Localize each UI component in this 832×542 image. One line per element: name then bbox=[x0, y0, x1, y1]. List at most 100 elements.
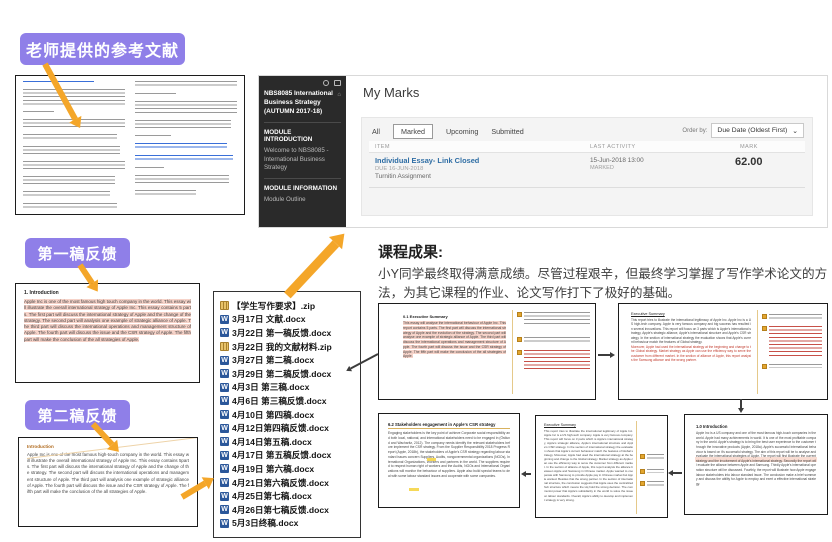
draft1-feedback-document: 1. Introduction Apple Inc is one of the … bbox=[15, 283, 200, 383]
arrow-cluster-down bbox=[738, 399, 744, 413]
tab-upcoming[interactable]: Upcoming bbox=[446, 127, 478, 136]
file-list-item[interactable]: W 4月6日 第三稿反馈.docx bbox=[220, 394, 355, 408]
marks-panel: All Marked Upcoming Submitted Order by: Due… bbox=[361, 117, 813, 216]
file-list-item[interactable]: W 3月29日 第二稿反馈.docx bbox=[220, 367, 355, 381]
comment-icon bbox=[517, 337, 522, 342]
folder-icon[interactable] bbox=[334, 80, 341, 86]
comment-icon bbox=[640, 454, 645, 459]
assignment-link[interactable]: Individual Essay- Link Closed bbox=[375, 156, 479, 165]
comment-icon bbox=[640, 481, 645, 486]
file-list-item[interactable]: W 3月22日 第一稿反馈.docx bbox=[220, 326, 355, 340]
comment-icon bbox=[762, 314, 767, 319]
mark-value: 62.00 bbox=[735, 156, 763, 168]
sidebar-item[interactable]: Module Outline bbox=[264, 196, 341, 204]
sidebar-section-header: MODULE INFORMATION bbox=[264, 185, 341, 192]
file-list-item[interactable]: W 4月12日第四稿反馈.docx bbox=[220, 421, 355, 435]
file-list-item[interactable]: W 4月17日 第五稿反馈.docx bbox=[220, 449, 355, 463]
draft-file-list: 【学生写作要求】.zip W 3月17日 文献.docx W 3月22日 第一稿… bbox=[213, 291, 361, 538]
word-file-icon: W bbox=[220, 492, 229, 501]
highlighted-paragraph: Apple Inc is one of the most famous high… bbox=[24, 299, 191, 342]
comment-icon bbox=[762, 364, 767, 369]
tab-all[interactable]: All bbox=[372, 127, 380, 136]
arrow-cluster-left-2 bbox=[668, 470, 682, 476]
sidebar-item[interactable]: Welcome to NBS8085 - International Busin… bbox=[264, 147, 341, 172]
yellow-highlight bbox=[409, 488, 419, 491]
word-file-icon: W bbox=[220, 356, 229, 365]
reference-column-left bbox=[23, 81, 125, 209]
file-list-item[interactable]: W 4月26日第七稿反馈.docx bbox=[220, 503, 355, 517]
status-badge: MARKED bbox=[590, 165, 614, 171]
assignment-type: Turnitin Assignment bbox=[375, 173, 431, 180]
page-title: My Marks bbox=[363, 85, 419, 100]
word-file-icon: W bbox=[220, 328, 229, 337]
word-file-icon: W bbox=[220, 424, 229, 433]
comment-margin bbox=[758, 304, 827, 399]
word-file-icon: W bbox=[220, 315, 229, 324]
word-file-icon: W bbox=[220, 505, 229, 514]
reference-column-right bbox=[135, 81, 237, 209]
label-teacher-references: 老师提供的参考文献 bbox=[20, 33, 185, 65]
column-headers: ITEM LAST ACTIVITY MARK bbox=[369, 141, 805, 153]
tab-submitted[interactable]: Submitted bbox=[491, 127, 523, 136]
word-file-icon: W bbox=[220, 519, 229, 528]
word-file-icon: W bbox=[220, 437, 229, 446]
file-list-item[interactable]: W 3月17日 文献.docx bbox=[220, 313, 355, 327]
order-by-select[interactable]: Due Date (Oldest First) ⌄ bbox=[711, 123, 804, 138]
sidebar-section-header: MODULE INTRODUCTION bbox=[264, 129, 341, 143]
word-file-icon: W bbox=[220, 396, 229, 405]
last-activity-value: 15-Jun-2018 13:00 bbox=[590, 157, 644, 164]
order-by-label: Order by: bbox=[682, 128, 707, 134]
word-file-icon: W bbox=[220, 478, 229, 487]
cluster-doc-exec-summary-3: Executive Summary This report tries to i… bbox=[535, 415, 668, 518]
cluster-doc-exec-summary-2: Executive Summary This report tries to i… bbox=[618, 303, 828, 400]
file-list-item[interactable]: W 3月27日 第二稿.docx bbox=[220, 353, 355, 367]
col-item: ITEM bbox=[375, 144, 390, 150]
label-first-draft-feedback: 第一稿反馈 bbox=[25, 238, 130, 268]
outcome-heading: 课程成果: bbox=[378, 241, 830, 262]
label-second-draft-feedback: 第二稿反馈 bbox=[25, 400, 130, 430]
file-list-item[interactable]: W 4月21日第六稿反馈.docx bbox=[220, 476, 355, 490]
comment-icon bbox=[517, 350, 522, 355]
word-file-icon: W bbox=[220, 451, 229, 460]
file-list-item[interactable]: 【学生写作要求】.zip bbox=[220, 299, 355, 313]
chevron-down-icon: ⌄ bbox=[792, 127, 798, 135]
zip-file-icon bbox=[220, 301, 229, 310]
comment-icon bbox=[640, 469, 645, 474]
outcome-body: 小Y同学最终取得满意成绩。尽管过程艰辛，但最终学习掌握了写作学术论文的方法，为其… bbox=[378, 265, 830, 303]
word-file-icon: W bbox=[220, 369, 229, 378]
file-list-item[interactable]: W 4月10日 第四稿.docx bbox=[220, 408, 355, 422]
comment-margin bbox=[637, 416, 667, 517]
arrow-cluster-right bbox=[598, 352, 615, 358]
word-file-icon: W bbox=[220, 383, 229, 392]
comment-icon bbox=[762, 326, 767, 331]
tracked-changes-text: Moreover, Apple had used the internation… bbox=[631, 345, 751, 363]
word-file-icon: W bbox=[220, 410, 229, 419]
cluster-doc-stakeholders: 6.2 Stakeholders engagement in Apple's C… bbox=[378, 413, 520, 508]
yellow-highlight bbox=[427, 458, 436, 461]
file-list-item[interactable]: 3月22日 我的文献材料.zip bbox=[220, 340, 355, 354]
cluster-doc-exec-summary-1: 0.1 Executive Summary This essay will an… bbox=[378, 303, 596, 400]
infographic-canvas: { "colors": { "accent_orange": "#F4A629"… bbox=[0, 0, 832, 542]
assignment-due: DUE 16-JUN-2018 bbox=[375, 166, 423, 172]
file-list-item[interactable]: W 4月3日 第三稿.docx bbox=[220, 381, 355, 395]
reference-list-document bbox=[15, 75, 245, 215]
marks-tabs: All Marked Upcoming Submitted bbox=[372, 124, 524, 139]
col-last-activity: LAST ACTIVITY bbox=[590, 144, 636, 150]
zip-file-icon bbox=[220, 342, 229, 351]
col-mark: MARK bbox=[740, 144, 758, 150]
arrow-cluster-left-1 bbox=[521, 471, 531, 477]
file-list-item[interactable]: W 4月14日第五稿.docx bbox=[220, 435, 355, 449]
lms-screenshot: NBS8085 International Business Strategy … bbox=[258, 75, 828, 228]
file-list-item[interactable]: W 4月25日第七稿.docx bbox=[220, 489, 355, 503]
course-title: NBS8085 International Business Strategy … bbox=[264, 90, 341, 116]
file-list-item[interactable]: W 4月19日 第六稿.docx bbox=[220, 462, 355, 476]
comment-margin bbox=[513, 304, 595, 399]
home-icon[interactable]: ⌂ bbox=[337, 91, 341, 99]
comment-icon bbox=[517, 312, 522, 317]
tab-marked[interactable]: Marked bbox=[393, 124, 433, 139]
search-icon[interactable] bbox=[323, 80, 329, 86]
file-list-item[interactable]: W 5月3日终稿.docx bbox=[220, 517, 355, 531]
lms-sidebar: NBS8085 International Business Strategy … bbox=[259, 76, 346, 227]
lms-main: My Marks All Marked Upcoming Submitted Orde… bbox=[346, 76, 827, 227]
cluster-doc-introduction: 1.0 Introduction Apple Inc is a US compa… bbox=[684, 414, 828, 515]
